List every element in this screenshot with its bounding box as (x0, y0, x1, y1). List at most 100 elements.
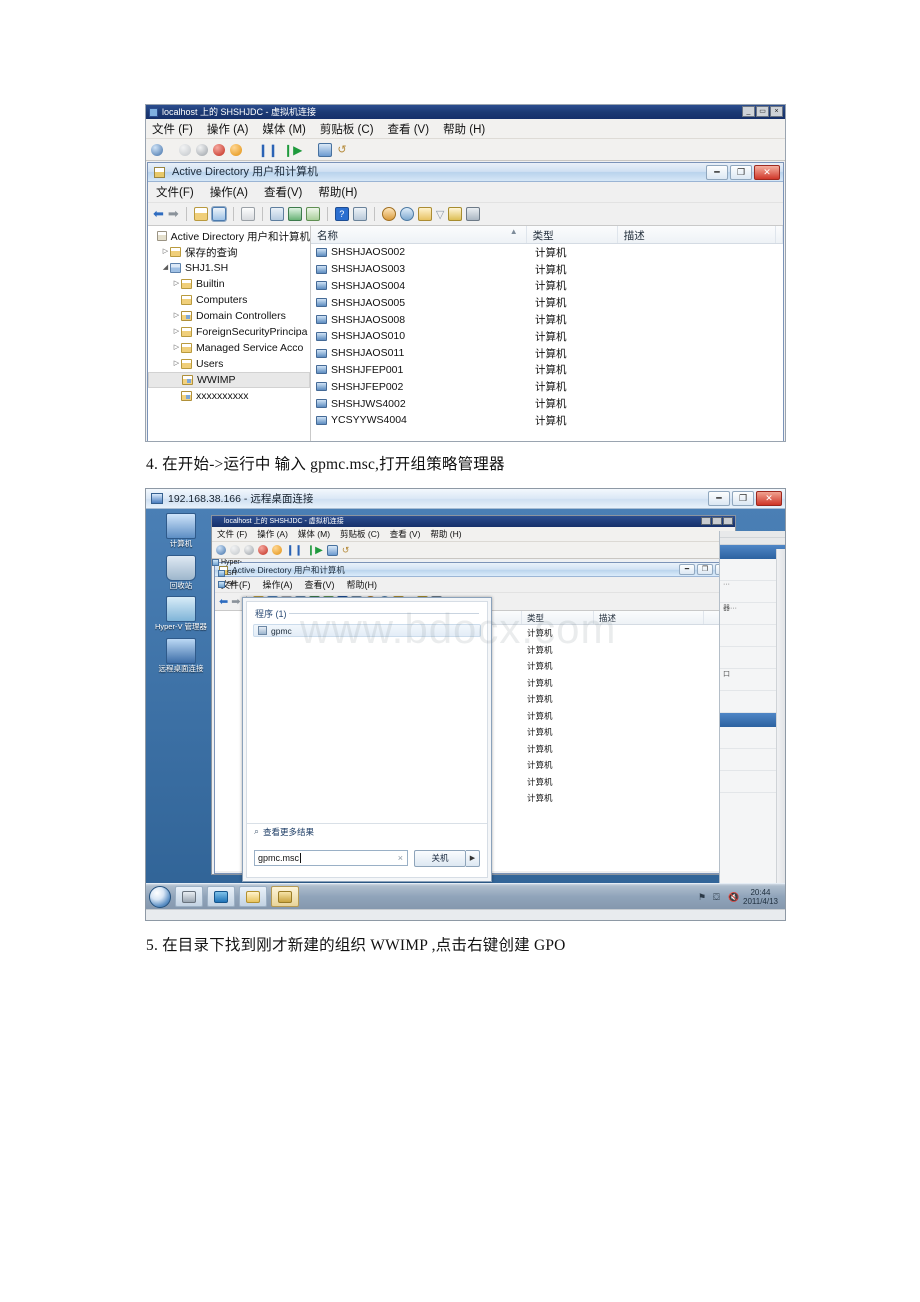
revert-icon[interactable]: ↺ (337, 143, 346, 156)
aduc-menu-help[interactable]: 帮助(H) (318, 184, 357, 200)
ctrl-alt-del-icon[interactable] (151, 143, 163, 156)
revert-icon[interactable]: ↺ (342, 545, 350, 556)
resume-icon[interactable]: ❙▶ (283, 143, 302, 157)
nested-vm-menu-item-4[interactable]: 查看 (V) (390, 528, 421, 540)
see-more-results-row[interactable]: ⌕ 查看更多结果 (247, 823, 487, 839)
tree-item-xxxxxxxxxx[interactable]: xxxxxxxxxx (148, 388, 310, 404)
nested-vm-menu-item-2[interactable]: 媒体 (M) (298, 528, 330, 540)
aduc-menu-action[interactable]: 操作(A) (210, 184, 248, 200)
forward-icon[interactable]: ➡ (168, 206, 179, 222)
delegate-icon[interactable] (466, 207, 481, 221)
table-row[interactable]: SHSHJFEP001 计算机 (311, 362, 783, 379)
table-row[interactable]: SHSHJAOS010 计算机 (311, 328, 783, 345)
remote-desktop-surface[interactable]: 计算机 回收站 Hyper-V 管理器 远程桌面连接 localhost 上的 SHS… (146, 509, 785, 920)
expander-icon[interactable]: ▷ (172, 324, 181, 340)
shutdown-icon[interactable] (196, 143, 208, 156)
nested-aduc-menu-item-3[interactable]: 帮助(H) (347, 578, 378, 591)
vm-menu-file[interactable]: 文件 (F) (152, 121, 193, 137)
shutdown-control-group[interactable]: 关机 ▶ (414, 849, 480, 867)
console-icon[interactable] (352, 207, 367, 221)
action-center-icon[interactable]: ⛋ (713, 892, 723, 902)
pause-icon[interactable]: ❙❙ (258, 143, 278, 157)
new-user-icon[interactable] (381, 207, 396, 221)
resume-icon[interactable]: ❙▶ (307, 545, 323, 556)
tree-item-foreignsecurityprincipa[interactable]: ▷ ForeignSecurityPrincipa (148, 324, 310, 340)
expander-icon[interactable]: ◢ (161, 260, 170, 276)
reset-icon[interactable] (230, 143, 242, 156)
clear-icon[interactable]: × (398, 853, 403, 863)
table-row[interactable]: SHSHJAOS002 计算机 (311, 244, 783, 261)
find-icon[interactable] (448, 207, 463, 221)
windows-orb-icon[interactable] (149, 885, 171, 908)
aduc-toolbar[interactable]: ⬅ ➡ ? ▽ (148, 203, 783, 226)
hyperv-tree-item[interactable]: SH (212, 579, 246, 590)
shutdown-icon[interactable] (244, 545, 254, 555)
pause-icon[interactable]: ❙❙ (286, 545, 303, 556)
system-tray[interactable]: ⚑ ⛋ 🔇 20:44 2011/4/13 (698, 888, 785, 906)
forward-icon[interactable]: ➡ (231, 595, 240, 608)
tree-item-computers[interactable]: Computers (148, 292, 310, 308)
rdp-horizontal-scrollbar[interactable] (146, 909, 785, 920)
new-ou-icon[interactable] (417, 207, 432, 221)
table-row[interactable]: YCSYYWS4004 计算机 (311, 412, 783, 429)
tree-item-[interactable]: ▷ 保存的查询 (148, 244, 310, 260)
search-result-gpmc[interactable]: gpmc (253, 624, 481, 637)
vm-menu-clipboard[interactable]: 剪贴板 (C) (320, 121, 374, 137)
nested-vm-window-controls[interactable] (701, 517, 733, 525)
expander-icon[interactable]: ▷ (172, 308, 181, 324)
filter-icon[interactable]: ▽ (436, 208, 444, 221)
restore-icon[interactable]: ❐ (697, 564, 713, 575)
nested-vm-toolbar[interactable]: ❙❙ ❙▶ ↺ (212, 542, 735, 559)
restore-icon[interactable]: ❐ (730, 165, 752, 180)
vm-menu-media[interactable]: 媒体 (M) (262, 121, 305, 137)
close-icon[interactable]: ✕ (756, 491, 782, 506)
turn-off-icon[interactable] (258, 545, 268, 555)
bg-scrollbar[interactable] (776, 549, 785, 897)
help-icon[interactable]: ? (334, 207, 349, 221)
tree-item-managedserviceacco[interactable]: ▷ Managed Service Acco (148, 340, 310, 356)
network-icon[interactable]: ⚑ (698, 892, 708, 902)
close-icon[interactable]: × (770, 106, 783, 117)
minimize-icon[interactable]: ━ (708, 491, 730, 506)
aduc-tree-pane[interactable]: Active Directory 用户和计算机 ▷ 保存的查询 ◢ SHJ1.SH ▷ Bu… (148, 226, 311, 441)
tree-item-users[interactable]: ▷ Users (148, 356, 310, 372)
tree-item-activedirectory[interactable]: Active Directory 用户和计算机 (148, 228, 310, 244)
aduc-menu-file[interactable]: 文件(F) (156, 184, 194, 200)
nested-aduc-menu-item-2[interactable]: 查看(V) (305, 578, 335, 591)
nested-vm-menu-item-1[interactable]: 操作 (A) (257, 528, 288, 540)
table-row[interactable]: SHSHJFEP002 计算机 (311, 378, 783, 395)
column-header-description[interactable]: 描述 (594, 611, 704, 624)
show-tree-icon[interactable] (210, 206, 227, 222)
snapshot-icon[interactable] (318, 142, 333, 157)
snapshot-icon[interactable] (326, 544, 338, 556)
volume-muted-icon[interactable]: 🔇 (728, 892, 739, 902)
nested-vm-menu-item-5[interactable]: 帮助 (H) (430, 528, 461, 540)
taskbar-button-powershell[interactable] (207, 886, 235, 907)
desktop-icon-recycle-bin[interactable]: 回收站 (152, 554, 210, 591)
aduc-menu-view[interactable]: 查看(V) (264, 184, 302, 200)
export-icon[interactable] (305, 207, 320, 221)
start-menu-search-panel[interactable]: 程序 (1) gpmc ⌕ 查看更多结果 gpmc.msc × 关机 ▶ (242, 597, 492, 882)
table-row[interactable]: SHSHJAOS003 计算机 (311, 261, 783, 278)
table-row[interactable]: SHSHJAOS011 计算机 (311, 345, 783, 362)
expander-icon[interactable]: ▷ (161, 244, 170, 260)
desktop-icon-list[interactable]: 计算机 回收站 Hyper-V 管理器 远程桌面连接 (152, 513, 210, 679)
aduc-list-header[interactable]: 名称 ▲ 类型 描述 (311, 226, 783, 244)
vm-menu-view[interactable]: 查看 (V) (388, 121, 430, 137)
tree-item-domaincontrollers[interactable]: ▷ Domain Controllers (148, 308, 310, 324)
aduc-menubar[interactable]: 文件(F) 操作(A) 查看(V) 帮助(H) (148, 182, 783, 203)
desktop-icon-computer[interactable]: 计算机 (152, 513, 210, 549)
taskbar[interactable]: ⚑ ⛋ 🔇 20:44 2011/4/13 (146, 883, 785, 909)
minimize-icon[interactable] (701, 517, 711, 525)
aduc-list-pane[interactable]: 名称 ▲ 类型 描述 SHSHJAOS002 计算机 SHSHJAOS003 计算机 S… (311, 226, 783, 441)
expander-icon[interactable]: ▷ (172, 356, 181, 372)
vm-toolbar[interactable]: ❙❙ ❙▶ ↺ (146, 139, 785, 161)
taskbar-button-server-manager[interactable] (175, 886, 203, 907)
hyperv-tree-fragment[interactable]: Hyper- SH SH (212, 557, 246, 590)
taskbar-button-explorer[interactable] (239, 886, 267, 907)
list-icon[interactable] (269, 207, 284, 221)
aduc-list-body[interactable]: SHSHJAOS002 计算机 SHSHJAOS003 计算机 SHSHJAOS004 计… (311, 244, 783, 429)
tree-item-builtin[interactable]: ▷ Builtin (148, 276, 310, 292)
back-icon[interactable]: ⬅ (219, 595, 228, 608)
close-icon[interactable]: ✕ (754, 165, 780, 180)
